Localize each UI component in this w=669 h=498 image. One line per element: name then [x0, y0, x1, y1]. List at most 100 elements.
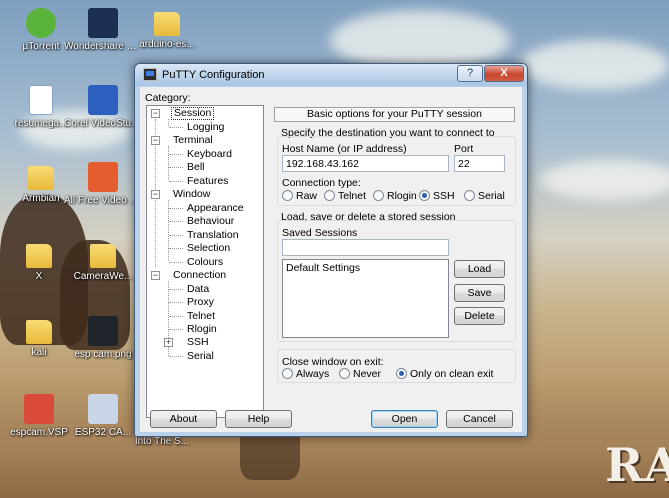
- tree-item-proxy[interactable]: Proxy: [185, 296, 216, 309]
- radio-icon: [282, 368, 293, 379]
- tree-item-session[interactable]: Session: [171, 107, 215, 120]
- tree-item-logging[interactable]: Logging: [185, 121, 226, 134]
- tree-line: [169, 127, 183, 128]
- port-input[interactable]: [454, 155, 505, 172]
- host-label: Host Name (or IP address): [282, 143, 407, 155]
- radio-raw[interactable]: Raw: [282, 190, 317, 203]
- desktop-icon-esp32[interactable]: ESP32 CA...: [64, 394, 142, 438]
- radio-label: Only on clean exit: [410, 368, 494, 380]
- tree-line: [168, 146, 169, 180]
- tree-line: [169, 167, 183, 168]
- tree-line: [169, 289, 183, 290]
- desktop-icon-espcam-png[interactable]: esp cam.png: [64, 316, 142, 360]
- window-title: PuTTY Configuration: [162, 69, 265, 81]
- file-icon: [88, 394, 118, 424]
- tree-item-selection[interactable]: Selection: [185, 242, 232, 255]
- video-converter-icon: [88, 162, 118, 192]
- tree-item-translation[interactable]: Translation: [185, 229, 241, 242]
- connection-type-label: Connection type:: [282, 177, 361, 189]
- desktop-icon-allfree[interactable]: All Free Video C...: [64, 162, 142, 206]
- tree-line: [169, 154, 183, 155]
- tree-line: [169, 235, 183, 236]
- tree-item-serial[interactable]: Serial: [185, 350, 216, 363]
- tree-item-keyboard[interactable]: Keyboard: [185, 148, 234, 161]
- tree-line: [168, 119, 169, 126]
- desktop-icon-label: esp cam.png: [74, 349, 132, 360]
- collapse-icon[interactable]: −: [151, 109, 160, 118]
- help-title-button[interactable]: ?: [457, 65, 483, 82]
- expand-icon[interactable]: +: [164, 338, 173, 347]
- category-label: Category:: [145, 92, 191, 104]
- radio-icon: [282, 190, 293, 201]
- saved-sessions-input[interactable]: [282, 239, 449, 256]
- tree-line: [169, 262, 183, 263]
- tree-item-colours[interactable]: Colours: [185, 256, 225, 269]
- cancel-button[interactable]: Cancel: [446, 410, 513, 428]
- tree-item-bell[interactable]: Bell: [185, 161, 207, 174]
- cloud: [330, 10, 510, 70]
- radio-label: Telnet: [338, 190, 367, 202]
- radio-icon: [373, 190, 384, 201]
- putty-icon: [143, 68, 157, 81]
- tree-item-behaviour[interactable]: Behaviour: [185, 215, 236, 228]
- radio-rlogin[interactable]: Rlogin: [373, 190, 417, 203]
- tree-line: [169, 221, 183, 222]
- close-window-label: Close window on exit:: [282, 356, 384, 368]
- open-button[interactable]: Open: [371, 410, 438, 428]
- tree-item-rlogin[interactable]: Rlogin: [185, 323, 219, 336]
- collapse-icon[interactable]: −: [151, 136, 160, 145]
- close-button[interactable]: X: [484, 65, 524, 82]
- cloud: [540, 160, 669, 200]
- radio-label: SSH: [433, 190, 455, 202]
- tree-item-connection[interactable]: Connection: [171, 269, 228, 282]
- corel-icon: [88, 85, 118, 115]
- tree-line: [169, 181, 183, 182]
- category-tree[interactable]: − Session Logging − Terminal Keyboard Be…: [146, 105, 264, 418]
- tree-line: [169, 302, 183, 303]
- port-label: Port: [454, 143, 474, 155]
- tree-item-terminal[interactable]: Terminal: [171, 134, 215, 147]
- radio-label: Never: [353, 368, 382, 380]
- tree-line: [168, 200, 169, 261]
- save-button[interactable]: Save: [454, 284, 505, 302]
- collapse-icon[interactable]: −: [151, 190, 160, 199]
- putty-config-window: PuTTY Configuration ? X Category: − Sess…: [134, 63, 528, 437]
- desktop-icon-label: Corel VideoStud...: [64, 118, 142, 129]
- tree-item-window[interactable]: Window: [171, 188, 212, 201]
- tree-item-data[interactable]: Data: [185, 283, 211, 296]
- radio-always[interactable]: Always: [282, 368, 329, 381]
- about-button[interactable]: About: [150, 410, 217, 428]
- tree-line: [169, 248, 183, 249]
- tree-item-features[interactable]: Features: [185, 175, 230, 188]
- delete-button[interactable]: Delete: [454, 307, 505, 325]
- desktop-icon-label: All Free Video C...: [64, 195, 142, 206]
- tree-item-telnet[interactable]: Telnet: [185, 310, 217, 323]
- help-button[interactable]: Help: [225, 410, 292, 428]
- tree-line: [169, 356, 183, 357]
- load-button[interactable]: Load: [454, 260, 505, 278]
- desktop-icon-corel[interactable]: Corel VideoStud...: [64, 85, 142, 129]
- sessions-list[interactable]: Default Settings: [282, 259, 449, 338]
- tree-line: [169, 316, 183, 317]
- radio-never[interactable]: Never: [339, 368, 381, 381]
- radio-label: Always: [296, 368, 330, 380]
- radio-serial[interactable]: Serial: [464, 190, 505, 203]
- video-project-icon: [24, 394, 54, 424]
- folder-icon: [28, 166, 54, 190]
- folder-icon: [154, 12, 180, 36]
- radio-clean-exit[interactable]: Only on clean exit: [396, 368, 493, 381]
- desktop-icon-arduino[interactable]: arduino-es...: [128, 8, 206, 50]
- list-item[interactable]: Default Settings: [283, 260, 448, 274]
- desktop-icon-into-the[interactable]: Into The S...: [126, 436, 198, 447]
- collapse-icon[interactable]: −: [151, 271, 160, 280]
- radio-checked-icon: [396, 368, 407, 379]
- image-file-icon: [88, 316, 118, 346]
- radio-ssh[interactable]: SSH: [419, 190, 455, 203]
- host-name-input[interactable]: [282, 155, 449, 172]
- desktop-icon-camera[interactable]: CameraWe...: [64, 240, 142, 282]
- panel-header: Basic options for your PuTTY session: [274, 107, 515, 122]
- title-bar[interactable]: PuTTY Configuration ? X: [135, 64, 527, 86]
- tree-item-appearance[interactable]: Appearance: [185, 202, 246, 215]
- tree-item-ssh[interactable]: SSH: [185, 336, 211, 349]
- radio-telnet[interactable]: Telnet: [324, 190, 366, 203]
